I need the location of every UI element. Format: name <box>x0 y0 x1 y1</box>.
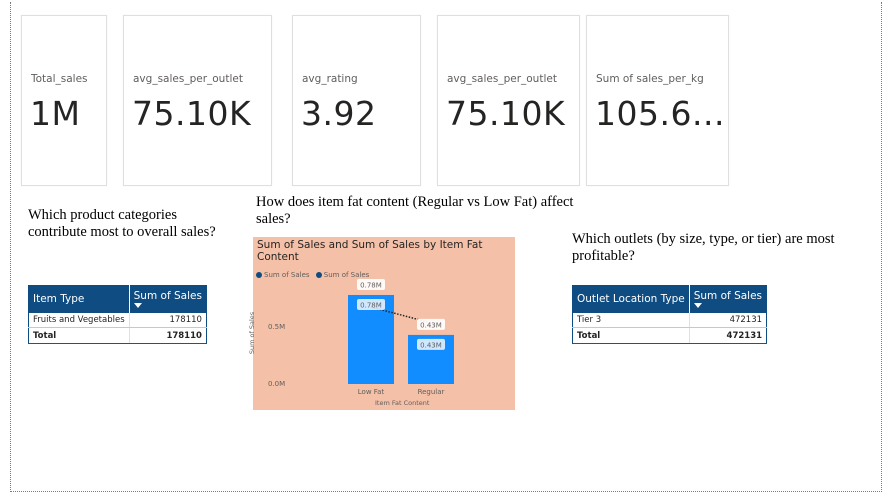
kpi-card-avg-sales-per-outlet[interactable]: avg_sales_per_outlet 75.10K <box>123 15 272 186</box>
data-label: 0.43M <box>420 321 442 329</box>
sort-desc-icon[interactable] <box>133 303 142 309</box>
kpi-label: avg_rating <box>302 73 358 85</box>
column-header-outlet-location-type[interactable]: Outlet Location Type <box>572 285 690 313</box>
kpi-label: Total_sales <box>31 73 88 85</box>
cell-total-label: Total <box>28 327 130 344</box>
kpi-value: 3.92 <box>301 94 377 133</box>
kpi-card-sum-sales-per-kg[interactable]: Sum of sales_per_kg 105.6... <box>586 15 729 186</box>
column-header-sum-of-sales[interactable]: Sum of Sales <box>689 285 767 313</box>
kpi-label: avg_sales_per_outlet <box>133 73 243 85</box>
kpi-label: Sum of sales_per_kg <box>596 73 704 85</box>
cell-outlet-location-type: Tier 3 <box>572 312 690 328</box>
table-row[interactable]: Fruits and Vegetables 178110 <box>28 312 207 328</box>
data-label: 0.78M <box>360 301 382 309</box>
column-header-sum-of-sales[interactable]: Sum of Sales <box>129 285 207 313</box>
question-fat-content: How does item fat content (Regular vs Lo… <box>256 194 574 227</box>
x-tick-label: Regular <box>418 388 445 396</box>
cell-sum-of-sales: 178110 <box>128 312 207 328</box>
table-header-row: Item Type Sum of Sales <box>28 285 207 313</box>
cell-total-value: 472131 <box>688 327 767 344</box>
data-label: 0.43M <box>420 341 442 349</box>
cell-total-value: 178110 <box>128 327 207 344</box>
table-item-type-sales[interactable]: Item Type Sum of Sales Fruits and Vegeta… <box>28 285 207 344</box>
cell-item-type: Fruits and Vegetables <box>28 312 130 328</box>
y-tick-label: 0.5M <box>268 323 285 331</box>
table-header-row: Outlet Location Type Sum of Sales <box>572 285 767 313</box>
kpi-value: 1M <box>30 94 81 133</box>
chart-plot: 0.0M 0.5M Low Fat Regular 0.78M 0.78M 0.43M 0.4… <box>268 278 454 396</box>
column-header-item-type[interactable]: Item Type <box>28 285 130 313</box>
kpi-card-total-sales[interactable]: Total_sales 1M <box>21 15 107 186</box>
y-tick-label: 0.0M <box>268 380 285 388</box>
sort-desc-icon[interactable] <box>693 303 702 309</box>
kpi-value: 75.10K <box>132 94 252 133</box>
kpi-card-avg-rating[interactable]: avg_rating 3.92 <box>292 15 421 186</box>
table-outlet-location-sales[interactable]: Outlet Location Type Sum of Sales Tier 3… <box>572 285 768 344</box>
kpi-value: 75.10K <box>446 94 566 133</box>
x-tick-label: Low Fat <box>358 388 385 396</box>
question-outlets: Which outlets (by size, type, or tier) a… <box>572 231 835 264</box>
table-total-row: Total 178110 <box>28 327 207 344</box>
table-row[interactable]: Tier 3 472131 <box>572 312 767 328</box>
chart-x-axis-label: Item Fat Content <box>375 399 430 407</box>
chart-y-axis-label: Sum of Sales <box>248 311 257 355</box>
cell-sum-of-sales: 472131 <box>688 312 767 328</box>
data-label: 0.78M <box>360 281 382 289</box>
chart-fat-content-sales[interactable]: Sum of Sales and Sum of Sales by Item Fa… <box>248 237 515 410</box>
kpi-label: avg_sales_per_outlet <box>447 73 557 85</box>
kpi-card-avg-sales-per-outlet-2[interactable]: avg_sales_per_outlet 75.10K <box>437 15 580 186</box>
cell-total-label: Total <box>572 327 690 344</box>
question-product-categories: Which product categories contribute most… <box>28 207 216 240</box>
kpi-value: 105.6... <box>595 94 725 133</box>
table-total-row: Total 472131 <box>572 327 767 344</box>
